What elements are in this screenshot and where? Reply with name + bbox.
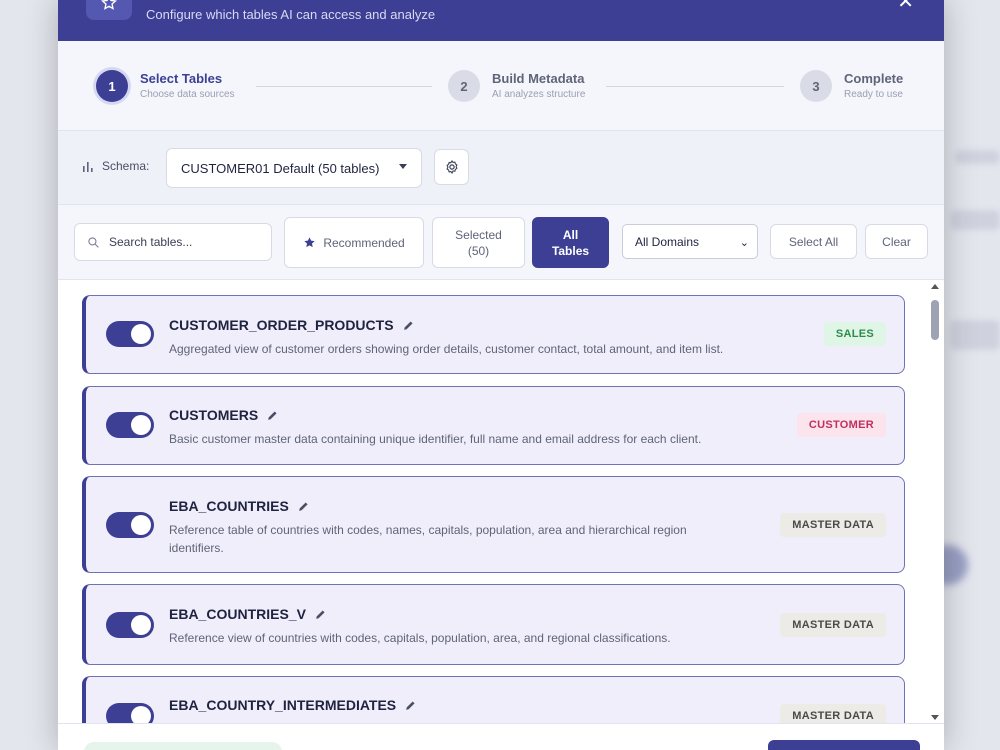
filter-bar: Recommended Selected (50) All Tables All… <box>58 205 944 280</box>
selected-filter-button[interactable]: Selected (50) <box>432 217 525 268</box>
all-tables-label-line1: All <box>562 227 579 242</box>
step-number: 1 <box>96 70 128 102</box>
table-card[interactable]: CUSTOMERS Basic customer master data con… <box>82 386 905 465</box>
gear-icon <box>446 160 457 174</box>
domain-dropdown[interactable]: All Domains ⌄ <box>622 224 758 259</box>
schema-label-text: Schema: <box>102 159 150 173</box>
table-description: Reference view of countries with codes, … <box>169 631 671 645</box>
recommended-label: Recommended <box>323 235 405 250</box>
table-name: EBA_COUNTRIES <box>169 498 310 514</box>
caret-down-icon <box>399 164 407 169</box>
table-enable-toggle[interactable] <box>106 412 154 438</box>
recommended-filter-button[interactable]: Recommended <box>284 217 424 268</box>
step-connector <box>256 86 432 87</box>
table-name-text: EBA_COUNTRY_INTERMEDIATES <box>169 697 397 713</box>
table-card[interactable]: EBA_COUNTRIES Reference table of countri… <box>82 476 905 573</box>
background-blur-shape <box>950 320 1000 350</box>
schema-settings-button[interactable] <box>434 149 469 185</box>
next-button[interactable] <box>768 740 920 750</box>
bar-chart-icon <box>83 162 93 172</box>
table-description: Reference table of countries with codes,… <box>169 523 687 555</box>
table-card[interactable]: EBA_COUNTRIES_V Reference view of countr… <box>82 584 905 665</box>
selected-label: Selected <box>455 227 502 242</box>
pencil-icon[interactable] <box>402 319 415 332</box>
pencil-icon[interactable] <box>404 699 417 712</box>
table-name-text: CUSTOMERS <box>169 407 259 423</box>
pencil-icon[interactable] <box>266 409 279 422</box>
step-number: 3 <box>800 70 832 102</box>
domain-selected-value: All Domains <box>635 234 700 249</box>
table-name: CUSTOMERS <box>169 407 279 423</box>
table-name-text: CUSTOMER_ORDER_PRODUCTS <box>169 317 394 333</box>
step-select-tables[interactable]: 1 Select Tables Choose data sources <box>96 70 235 102</box>
schema-dropdown[interactable]: CUSTOMER01 Default (50 tables) <box>166 148 422 188</box>
search-box[interactable] <box>74 223 272 261</box>
table-description: Basic customer master data containing un… <box>169 432 702 446</box>
table-name: EBA_COUNTRY_INTERMEDIATES <box>169 697 417 713</box>
select-all-button[interactable]: Select All <box>770 224 857 259</box>
step-connector <box>606 86 784 87</box>
all-tables-filter-button[interactable]: All Tables <box>532 217 609 268</box>
clear-button[interactable]: Clear <box>865 224 928 259</box>
background-blur-shape <box>955 150 1000 164</box>
selection-summary-pill <box>84 742 282 750</box>
modal-footer <box>58 723 944 750</box>
star-icon <box>86 0 132 20</box>
wizard-stepper: 1 Select Tables Choose data sources 2 Bu… <box>58 41 944 131</box>
modal-header: Configure which tables AI can access and… <box>58 0 944 41</box>
table-enable-toggle[interactable] <box>106 512 154 538</box>
step-complete[interactable]: 3 Complete Ready to use <box>800 70 903 102</box>
domain-tag: MASTER DATA <box>780 513 886 537</box>
selected-count: (50) <box>467 243 490 258</box>
table-enable-toggle[interactable] <box>106 321 154 347</box>
search-input[interactable] <box>109 235 259 249</box>
table-selection-modal: Configure which tables AI can access and… <box>58 0 944 750</box>
close-icon[interactable]: ✕ <box>897 0 914 12</box>
pencil-icon[interactable] <box>297 500 310 513</box>
schema-label: Schema: <box>82 159 149 173</box>
search-icon <box>88 236 99 248</box>
select-all-label: Select All <box>788 234 839 249</box>
schema-selected-value: CUSTOMER01 Default (50 tables) <box>181 160 380 176</box>
table-enable-toggle[interactable] <box>106 612 154 638</box>
table-list: CUSTOMER_ORDER_PRODUCTS Aggregated view … <box>58 280 944 723</box>
domain-tag: MASTER DATA <box>780 613 886 637</box>
domain-tag: MASTER DATA <box>780 704 886 723</box>
clear-label: Clear <box>882 234 911 249</box>
table-name: EBA_COUNTRIES_V <box>169 606 327 622</box>
domain-tag: SALES <box>823 322 886 346</box>
step-build-metadata[interactable]: 2 Build Metadata AI analyzes structure <box>448 70 585 102</box>
step-title: Build Metadata <box>492 71 585 86</box>
table-description: Aggregated view of customer orders showi… <box>169 342 724 356</box>
modal-subtitle: Configure which tables AI can access and… <box>146 7 436 22</box>
step-subtitle: Ready to use <box>844 89 903 100</box>
table-card[interactable]: CUSTOMER_ORDER_PRODUCTS Aggregated view … <box>82 295 905 374</box>
step-subtitle: Choose data sources <box>140 89 235 100</box>
step-title: Complete <box>844 71 904 86</box>
table-enable-toggle[interactable] <box>106 703 154 723</box>
star-filled-icon <box>304 237 315 248</box>
table-list-scrollbar[interactable] <box>930 284 940 720</box>
scroll-up-arrow-icon[interactable] <box>931 284 939 289</box>
domain-tag: CUSTOMER <box>796 413 886 437</box>
table-name-text: EBA_COUNTRIES <box>169 498 289 514</box>
table-name-text: EBA_COUNTRIES_V <box>169 606 306 622</box>
table-card[interactable]: EBA_COUNTRY_INTERMEDIATES MASTER DATA <box>82 676 905 723</box>
scroll-down-arrow-icon[interactable] <box>931 715 939 720</box>
all-tables-label-line2: Tables <box>551 243 590 258</box>
background-blur-shape <box>950 210 1000 230</box>
step-title: Select Tables <box>140 71 223 86</box>
pencil-icon[interactable] <box>314 608 327 621</box>
chevron-down-icon: ⌄ <box>739 237 749 249</box>
schema-bar: Schema: CUSTOMER01 Default (50 tables) <box>58 131 944 205</box>
step-subtitle: AI analyzes structure <box>492 89 586 100</box>
scroll-thumb[interactable] <box>931 300 939 340</box>
table-name: CUSTOMER_ORDER_PRODUCTS <box>169 317 415 333</box>
step-number: 2 <box>448 70 480 102</box>
